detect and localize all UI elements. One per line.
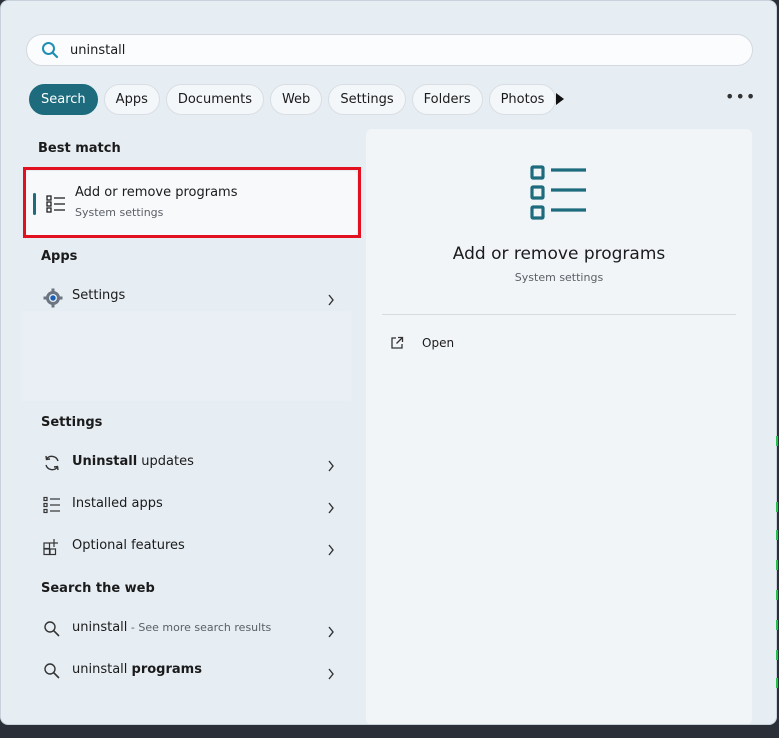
- background-mark: [776, 650, 778, 660]
- settings-item-label: Installed apps: [72, 496, 163, 511]
- background-mark: [776, 620, 778, 630]
- best-match-item[interactable]: Add or remove programs System settings: [25, 171, 357, 235]
- app-item-label: Settings: [72, 288, 126, 303]
- settings-item-uninstall-updates[interactable]: Uninstall updates: [21, 445, 357, 481]
- search-icon: [41, 41, 59, 63]
- chevron-right-icon[interactable]: [327, 291, 335, 310]
- selection-accent: [33, 193, 36, 215]
- filter-documents[interactable]: Documents: [165, 83, 264, 115]
- settings-item-installed-apps[interactable]: Installed apps: [21, 487, 357, 523]
- list-icon: [46, 195, 66, 217]
- search-icon: [43, 662, 61, 684]
- results-list: Best match Add or remove programs System…: [21, 131, 361, 721]
- settings-item-optional-features[interactable]: Optional features: [21, 529, 357, 565]
- filter-web[interactable]: Web: [269, 83, 323, 115]
- background-mark: [776, 678, 778, 688]
- filter-folders[interactable]: Folders: [411, 83, 483, 115]
- refresh-icon: [43, 454, 61, 476]
- web-item-label: uninstall - See more search results: [72, 620, 271, 635]
- play-icon[interactable]: [554, 91, 566, 110]
- empty-placeholder: [21, 311, 351, 401]
- background-mark: [776, 560, 778, 570]
- filter-search[interactable]: Search: [29, 83, 98, 115]
- query-bold: programs: [131, 662, 202, 677]
- query-suffix: - See more search results: [127, 621, 272, 634]
- label-bold: Uninstall: [72, 454, 138, 469]
- query-text: uninstall: [72, 662, 132, 677]
- background-mark: [776, 590, 778, 600]
- background-mark: [776, 530, 778, 540]
- best-match-heading: Best match: [38, 141, 121, 156]
- divider: [382, 314, 736, 315]
- preview-pane: Add or remove programs System settings O…: [366, 129, 752, 724]
- chevron-right-icon[interactable]: [327, 623, 335, 642]
- background-mark: [776, 436, 778, 446]
- list-icon: [530, 165, 588, 227]
- start-search-panel: Search Apps Documents Web Settings Folde…: [0, 0, 777, 725]
- background-mark: [776, 502, 778, 512]
- list-icon: [43, 496, 61, 518]
- chevron-right-icon[interactable]: [327, 457, 335, 476]
- query-text: uninstall: [72, 620, 128, 635]
- web-item-uninstall[interactable]: uninstall - See more search results: [21, 611, 357, 647]
- filter-apps[interactable]: Apps: [103, 83, 160, 115]
- label-rest: updates: [137, 454, 194, 469]
- settings-item-label: Uninstall updates: [72, 454, 194, 469]
- add-grid-icon: [43, 538, 61, 560]
- filter-tabs: Search Apps Documents Web Settings Folde…: [29, 83, 557, 115]
- web-item-uninstall-programs[interactable]: uninstall programs: [21, 653, 357, 689]
- preview-subtitle: System settings: [514, 271, 604, 284]
- web-item-label: uninstall programs: [72, 662, 202, 677]
- gear-icon: [43, 288, 63, 312]
- search-box[interactable]: [26, 34, 753, 66]
- chevron-right-icon[interactable]: [327, 665, 335, 684]
- best-match-title: Add or remove programs: [75, 185, 238, 200]
- search-input[interactable]: [70, 39, 720, 61]
- preview-title: Add or remove programs: [452, 244, 666, 264]
- chevron-right-icon[interactable]: [327, 499, 335, 518]
- apps-heading: Apps: [41, 249, 78, 264]
- open-action-label: Open: [422, 336, 455, 350]
- more-options-icon[interactable]: •••: [725, 87, 756, 106]
- filter-photos[interactable]: Photos: [488, 83, 557, 115]
- chevron-right-icon[interactable]: [327, 541, 335, 560]
- filter-settings[interactable]: Settings: [328, 83, 406, 115]
- search-web-heading: Search the web: [41, 581, 155, 596]
- search-icon: [43, 620, 61, 642]
- app-item-settings[interactable]: Settings: [21, 279, 357, 315]
- settings-heading: Settings: [41, 415, 103, 430]
- open-external-icon: [390, 335, 404, 354]
- settings-item-label: Optional features: [72, 538, 185, 553]
- best-match-subtitle: System settings: [75, 206, 164, 219]
